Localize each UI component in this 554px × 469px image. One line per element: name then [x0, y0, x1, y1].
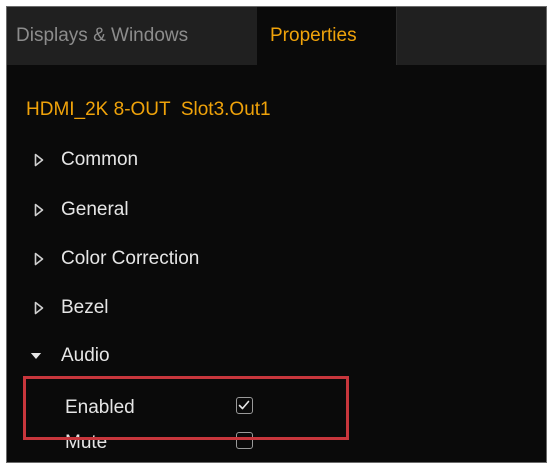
tab-displays-windows[interactable]: Displays & Windows — [7, 7, 257, 65]
group-general-label: General — [61, 199, 129, 220]
group-common-label: Common — [61, 149, 139, 170]
triangle-down-filled-icon — [30, 348, 42, 364]
triangle-right-outline-icon — [33, 300, 45, 316]
group-bezel[interactable]: Bezel — [7, 290, 546, 326]
group-common[interactable]: Common — [7, 142, 546, 178]
group-audio[interactable]: Audio — [7, 338, 546, 374]
triangle-right-outline-icon — [33, 251, 45, 267]
tab-bar-filler — [397, 7, 546, 65]
properties-panel: Displays & Windows Properties HDMI_2K 8-… — [6, 6, 547, 463]
enabled-label: Enabled — [65, 397, 135, 418]
mute-checkbox[interactable] — [236, 432, 253, 449]
mute-label: Mute — [65, 432, 108, 453]
tab-displays-windows-label: Displays & Windows — [16, 25, 189, 46]
group-bezel-label: Bezel — [61, 297, 109, 318]
group-audio-label: Audio — [61, 345, 110, 366]
tab-properties-label: Properties — [270, 25, 357, 46]
group-color-correction[interactable]: Color Correction — [7, 241, 546, 277]
group-general[interactable]: General — [7, 192, 546, 228]
enabled-checkbox[interactable] — [236, 397, 253, 414]
triangle-right-outline-icon — [33, 152, 45, 168]
triangle-right-outline-icon — [33, 202, 45, 218]
tab-bar: Displays & Windows Properties — [7, 7, 546, 65]
device-title: HDMI_2K 8-OUT Slot3.Out1 — [26, 99, 271, 120]
checkmark-icon — [238, 400, 250, 410]
tab-properties[interactable]: Properties — [257, 7, 397, 65]
group-color-correction-label: Color Correction — [61, 248, 200, 269]
